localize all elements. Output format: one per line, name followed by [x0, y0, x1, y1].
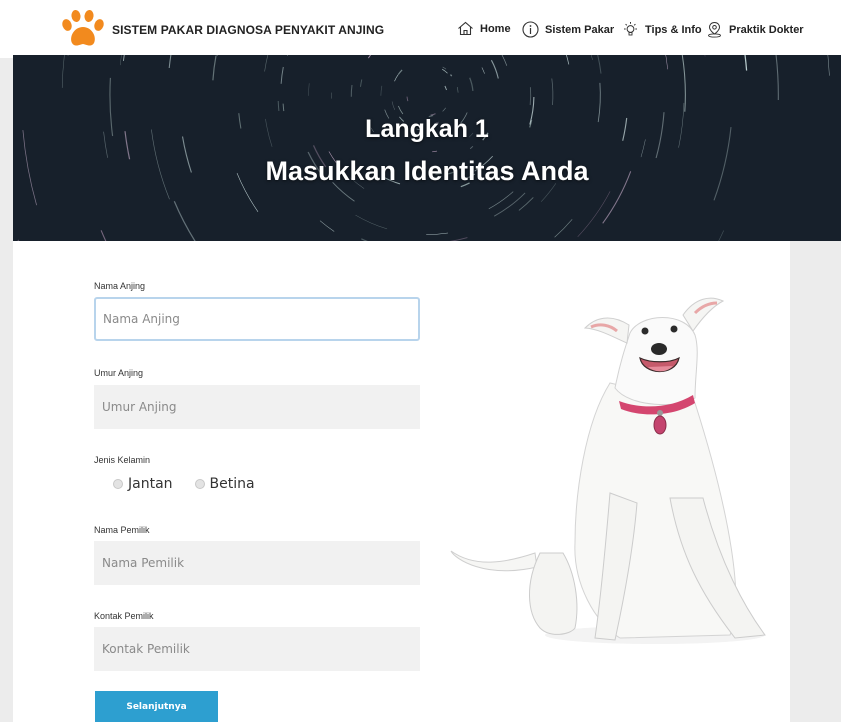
dog-image — [450, 297, 766, 644]
star-trail-arc — [350, 84, 353, 97]
star-trail-arc — [282, 103, 285, 112]
nav-tips-info-label: Tips & Info — [645, 23, 702, 36]
dog-name-label: Nama Anjing — [94, 281, 146, 291]
nav-tips-info[interactable]: Tips & Info — [622, 21, 702, 38]
dog-age-field — [94, 385, 420, 429]
star-trail-arc — [173, 201, 196, 241]
star-trail-arc — [380, 85, 383, 96]
star-trail-arc — [355, 214, 388, 230]
star-trail-arc — [518, 197, 534, 211]
nav-home[interactable]: Home — [457, 21, 511, 36]
paw-icon[interactable] — [62, 10, 104, 48]
lightbulb-icon — [624, 22, 637, 36]
nav-sistem-pakar-label: Sistem Pakar — [545, 23, 615, 36]
star-trail-arc — [308, 83, 310, 96]
star-trail-arc — [319, 220, 335, 232]
star-trail-arc — [469, 145, 474, 150]
star-trails-background — [17, 55, 830, 241]
star-trail-arc — [442, 68, 448, 74]
form-panel: Nama Anjing Umur Anjing Jenis Kelamin Ja… — [13, 241, 790, 722]
star-trail-arc — [168, 55, 172, 69]
star-trail-arc — [665, 55, 668, 70]
star-trail-arc — [391, 101, 396, 111]
owner-name-label: Nama Pemilik — [94, 525, 150, 535]
star-trail-arc — [469, 77, 474, 91]
dog-name-input[interactable] — [96, 299, 418, 339]
star-trail-arc — [264, 55, 269, 72]
star-trail-arc — [456, 87, 459, 93]
star-trail-arc — [442, 66, 447, 70]
star-trail-arc — [368, 55, 372, 59]
star-trail-arc — [277, 100, 280, 111]
star-trail-arc — [216, 55, 218, 56]
star-trail-arc — [444, 85, 447, 91]
star-trail-arc — [554, 219, 573, 238]
info-icon — [522, 21, 539, 38]
star-trail-arc — [432, 150, 438, 153]
star-trail-arc — [704, 55, 706, 57]
page: SISTEM PAKAR DIAGNOSA PENYAKIT ANJING Ho… — [0, 0, 841, 722]
star-trail-arc — [591, 55, 593, 60]
radio-betina[interactable] — [194, 479, 205, 489]
star-trail-arc — [67, 55, 69, 56]
star-trail-arc — [744, 55, 748, 71]
star-trail-arc — [398, 105, 404, 115]
star-trail-arc — [481, 67, 485, 74]
nav-praktik-dokter-label: Praktik Dokter — [729, 23, 804, 36]
star-trail-arc — [360, 79, 363, 87]
gender-option-jantan-label: Jantan — [128, 476, 173, 492]
owner-name-input[interactable] — [95, 542, 419, 584]
nav-sistem-pakar[interactable]: Sistem Pakar — [522, 21, 614, 38]
star-trail-arc — [398, 69, 403, 75]
gender-option-betina[interactable]: Betina — [194, 476, 255, 492]
star-trail-arc — [212, 55, 217, 81]
gender-label: Jenis Kelamin — [94, 455, 151, 465]
star-trail-arc — [394, 74, 399, 82]
star-trail-arc — [577, 191, 611, 237]
hero-subtitle: Masukkan Identitas Anda — [265, 156, 589, 186]
nav-home-label: Home — [480, 22, 511, 35]
star-trail-arc — [61, 55, 65, 88]
gender-option-jantan[interactable]: Jantan — [113, 476, 173, 492]
owner-contact-field — [94, 627, 420, 671]
dog-age-label: Umur Anjing — [94, 368, 144, 378]
star-trail-arc — [406, 96, 409, 102]
owner-contact-input[interactable] — [95, 628, 419, 670]
gender-option-betina-label: Betina — [209, 476, 255, 492]
star-trail-arc — [280, 66, 284, 84]
radio-jantan[interactable] — [113, 479, 123, 489]
star-trail-arc — [827, 55, 830, 76]
star-trail-arc — [681, 55, 686, 112]
star-trail-arc — [551, 78, 554, 106]
star-trail-arc — [597, 55, 602, 74]
owner-contact-label: Kontak Pemilik — [94, 611, 154, 621]
nav-praktik-dokter[interactable]: Praktik Dokter — [706, 21, 804, 38]
star-trail-arc — [426, 232, 449, 235]
hero-banner: Langkah 1 Masukkan Identitas Anda — [13, 55, 841, 241]
star-trail-arc — [493, 192, 526, 217]
brand-title[interactable]: SISTEM PAKAR DIAGNOSA PENYAKIT ANJING — [112, 23, 384, 37]
top-navbar: SISTEM PAKAR DIAGNOSA PENYAKIT ANJING Ho… — [0, 0, 841, 58]
next-button[interactable]: Selanjutnya — [95, 691, 218, 722]
dog-name-field — [94, 297, 420, 341]
star-trail-arc — [490, 59, 499, 79]
owner-name-field — [94, 541, 420, 585]
hero-step-title: Langkah 1 — [365, 115, 489, 143]
gender-radio-group: Jantan Betina — [113, 476, 255, 492]
star-trail-arc — [123, 55, 125, 61]
star-trail-arc — [501, 55, 508, 66]
star-trail-arc — [450, 74, 453, 77]
star-trail-arc — [775, 55, 779, 101]
location-pin-icon — [708, 21, 721, 38]
star-trail-arc — [120, 55, 122, 66]
star-trail-arc — [566, 55, 570, 65]
star-trail-arc — [287, 55, 288, 56]
star-trail-arc — [100, 230, 107, 241]
dog-age-input[interactable] — [95, 386, 419, 428]
home-icon — [458, 21, 473, 36]
star-trail-arc — [442, 107, 446, 112]
star-trail-arc — [718, 230, 724, 241]
